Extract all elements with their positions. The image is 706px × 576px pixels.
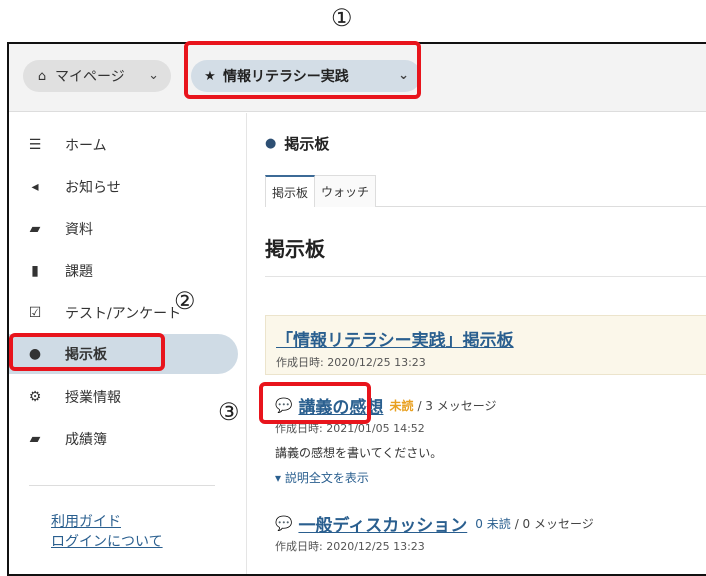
board-title-link[interactable]: 「情報リテラシー実践」掲示板 bbox=[276, 326, 514, 351]
sidebar-divider bbox=[29, 485, 215, 486]
comments-icon: ● bbox=[265, 136, 277, 151]
annotation-number-3: ③ bbox=[218, 398, 240, 426]
sidebar-item-assignments[interactable]: ▮ 課題 bbox=[9, 251, 238, 291]
page-title: 掲示板 bbox=[265, 237, 325, 261]
mypage-dropdown[interactable]: ⌂ マイページ ⌄ bbox=[23, 60, 171, 92]
thread-description: 講義の感想を書いてください。 bbox=[275, 446, 443, 460]
section-header-label: 掲示板 bbox=[284, 135, 330, 153]
board-header: 「情報リテラシー実践」掲示板 作成日時: 2020/12/25 13:23 bbox=[265, 315, 706, 375]
sidebar-item-label: 掲示板 bbox=[65, 347, 107, 363]
sidebar-item-label: 成績簿 bbox=[65, 432, 107, 448]
login-help-link[interactable]: ログインについて bbox=[51, 531, 163, 551]
sidebar-item-label: 資料 bbox=[65, 222, 93, 238]
tab-bulletin-board[interactable]: 掲示板 bbox=[265, 175, 316, 207]
thread-title-link[interactable]: 講義の感想 bbox=[298, 393, 383, 418]
unread-count[interactable]: 0 未読 bbox=[475, 515, 510, 532]
caret-down-icon: ▾ bbox=[275, 471, 285, 485]
annotation-number-2: ② bbox=[174, 287, 196, 315]
message-count: / 0 メッセージ bbox=[514, 517, 594, 531]
sidebar-item-gradebook[interactable]: ▰ 成績簿 bbox=[9, 419, 238, 459]
list-icon: ☰ bbox=[28, 137, 42, 153]
sidebar-item-home[interactable]: ☰ ホーム bbox=[9, 125, 238, 165]
star-icon: ★ bbox=[204, 68, 216, 84]
gear-icon: ⚙ bbox=[28, 389, 42, 405]
section-header: ● 掲示板 bbox=[265, 133, 329, 154]
list-item: 💬 一般ディスカッション 0 未読 / 0 メッセージ 作成日時: 2020/1… bbox=[275, 511, 594, 554]
book-icon: ▰ bbox=[29, 431, 41, 447]
title-divider bbox=[265, 276, 706, 277]
comments-icon: ● bbox=[28, 346, 42, 362]
file-icon: ▮ bbox=[31, 263, 39, 279]
course-label: 情報リテラシー実践 bbox=[223, 69, 349, 85]
home-icon: ⌂ bbox=[37, 68, 47, 84]
sidebar-item-label: 授業情報 bbox=[65, 390, 121, 406]
user-guide-link[interactable]: 利用ガイド bbox=[51, 511, 121, 531]
folder-icon: ▰ bbox=[29, 221, 41, 237]
annotation-number-1: ① bbox=[331, 4, 353, 32]
comment-icon: 💬 bbox=[275, 397, 293, 414]
chevron-down-icon: ⌄ bbox=[148, 68, 159, 83]
sidebar-item-course-info[interactable]: ⚙ 授業情報 bbox=[9, 377, 238, 417]
sidebar-item-label: テスト/アンケート bbox=[65, 306, 182, 322]
unread-count[interactable]: 未読 bbox=[389, 397, 413, 414]
list-item: 💬 講義の感想 未読 / 3 メッセージ 作成日時: 2021/01/05 14… bbox=[275, 393, 497, 486]
checkbox-icon: ☑ bbox=[28, 305, 42, 321]
thread-created-date: 作成日時: 2020/12/25 13:23 bbox=[275, 540, 425, 553]
sidebar-item-label: 課題 bbox=[65, 264, 93, 280]
comment-icon: 💬 bbox=[275, 515, 293, 532]
sidebar-item-bulletin-board[interactable]: ● 掲示板 bbox=[9, 334, 238, 374]
sidebar-item-announcements[interactable]: ◂ お知らせ bbox=[9, 167, 238, 207]
top-bar: ⌂ マイページ ⌄ ★ 情報リテラシー実践 ⌄ bbox=[9, 44, 706, 112]
megaphone-icon: ◂ bbox=[31, 179, 39, 195]
chevron-down-icon: ⌄ bbox=[398, 68, 409, 83]
show-full-description-label: 説明全文を表示 bbox=[284, 471, 369, 485]
main-content: ● 掲示板 掲示板 ウォッチ 掲示板 「情報リテラシー実践」掲示板 作成日時: … bbox=[249, 113, 706, 574]
sidebar: ☰ ホーム ◂ お知らせ ▰ 資料 ▮ 課題 ☑ テスト/アンケート ● 掲示板… bbox=[9, 113, 247, 574]
tab-bar: 掲示板 ウォッチ bbox=[265, 175, 706, 207]
show-full-description-link[interactable]: ▾ 説明全文を表示 bbox=[275, 469, 497, 486]
app-window: ⌂ マイページ ⌄ ★ 情報リテラシー実践 ⌄ ☰ ホーム ◂ お知らせ ▰ 資… bbox=[7, 42, 706, 576]
message-count: / 3 メッセージ bbox=[417, 399, 497, 413]
sidebar-item-materials[interactable]: ▰ 資料 bbox=[9, 209, 238, 249]
thread-created-date: 作成日時: 2021/01/05 14:52 bbox=[275, 422, 425, 435]
sidebar-item-label: ホーム bbox=[65, 138, 107, 154]
course-dropdown[interactable]: ★ 情報リテラシー実践 ⌄ bbox=[191, 60, 421, 92]
mypage-label: マイページ bbox=[55, 69, 125, 85]
tab-watch[interactable]: ウォッチ bbox=[315, 175, 377, 207]
sidebar-item-tests[interactable]: ☑ テスト/アンケート bbox=[9, 293, 238, 333]
sidebar-item-label: お知らせ bbox=[65, 180, 121, 196]
board-created-date: 作成日時: 2020/12/25 13:23 bbox=[276, 356, 426, 369]
thread-title-link[interactable]: 一般ディスカッション bbox=[298, 511, 467, 536]
